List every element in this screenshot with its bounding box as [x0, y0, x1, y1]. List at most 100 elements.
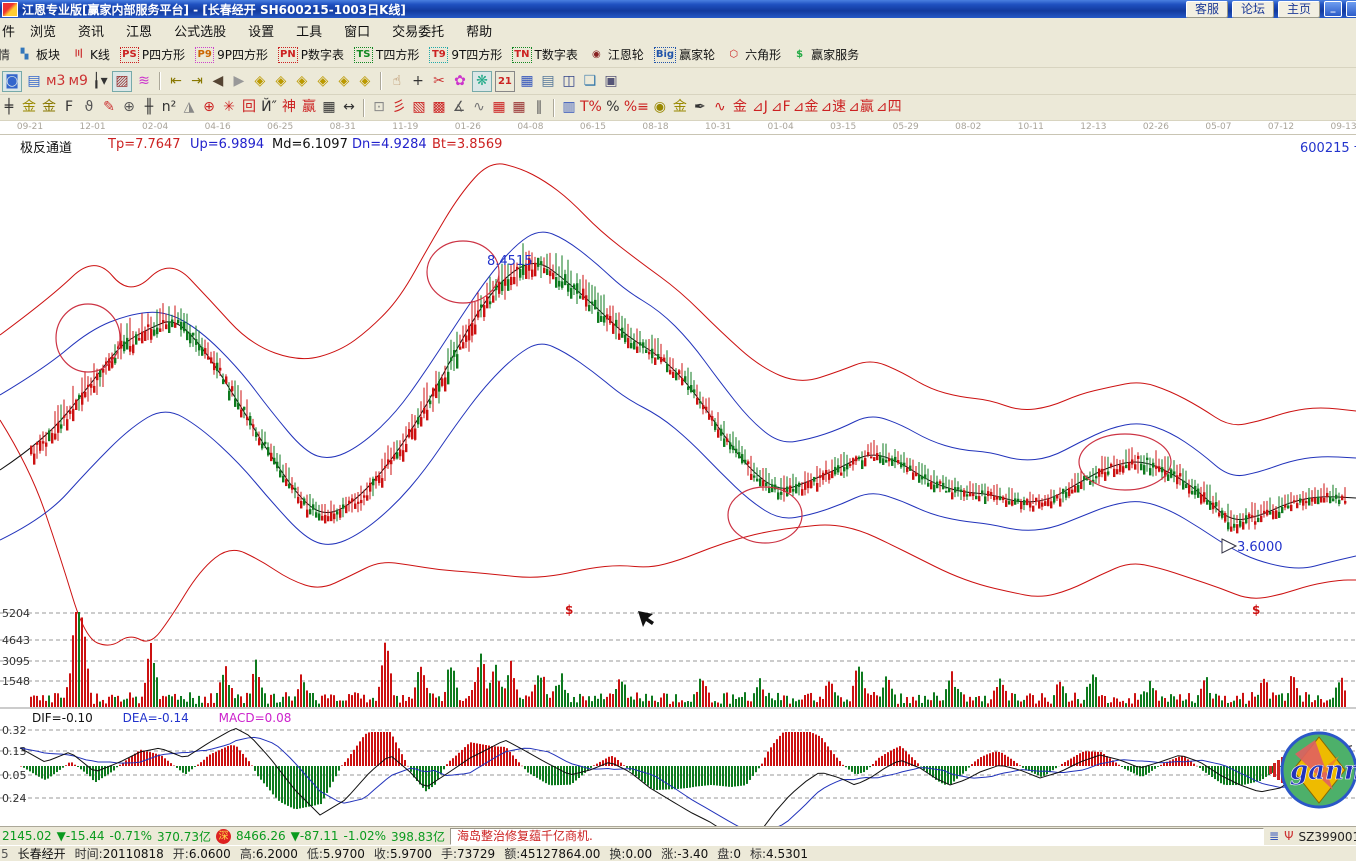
menu-item-9[interactable]: 帮助 — [455, 19, 503, 42]
save-icon[interactable]: ◫ — [560, 72, 578, 91]
zoom-hor-icon[interactable]: ◈ — [293, 72, 311, 91]
svg-text:3095: 3095 — [2, 655, 30, 668]
calendar-icon[interactable]: 21 — [495, 71, 515, 92]
service-button[interactable]: 客服 — [1186, 1, 1228, 18]
minute3-icon[interactable]: м3 — [46, 72, 65, 91]
move-icon[interactable]: ◈ — [356, 72, 374, 91]
draw-tool-38[interactable]: ⊿J — [751, 98, 769, 117]
cut-icon[interactable]: ✂ — [430, 72, 448, 91]
draw-tool-29[interactable]: ▥ — [560, 98, 578, 117]
draw-tool-12[interactable]: 回 — [240, 98, 258, 117]
draw-tool-10[interactable]: ⊕ — [200, 98, 218, 117]
draw-tool-41[interactable]: ⊿速 — [820, 98, 846, 117]
menu-item-0[interactable]: 件 — [0, 19, 19, 42]
candle-period-icon[interactable]: ╽▾ — [91, 72, 109, 91]
menu-item-8[interactable]: 交易委托 — [381, 19, 455, 42]
menu-item-7[interactable]: 窗口 — [333, 19, 381, 42]
forum-button[interactable]: 论坛 — [1232, 1, 1274, 18]
draw-tool-13[interactable]: Й″ — [260, 98, 278, 117]
draw-tool-2[interactable]: 金 — [40, 98, 58, 117]
draw-tool-16[interactable]: ▦ — [320, 98, 338, 117]
tool-板块[interactable]: ▚板块 — [12, 45, 64, 64]
draw-tool-39[interactable]: ⊿F — [771, 98, 791, 117]
maximize-button[interactable] — [1346, 1, 1356, 17]
compress-icon[interactable]: ◈ — [314, 72, 332, 91]
chart-view-icon[interactable]: ◙ — [2, 71, 22, 92]
next-icon[interactable]: ▶ — [230, 72, 248, 91]
first-icon[interactable]: ⇤ — [167, 72, 185, 91]
tool-9P四方形[interactable]: P99P四方形 — [191, 45, 272, 64]
draw-tool-5[interactable]: ✎ — [100, 98, 118, 117]
tool-T数字表[interactable]: TNT数字表 — [508, 45, 582, 64]
home-button[interactable]: 主页 — [1278, 1, 1320, 18]
draw-tool-20[interactable]: 彡 — [390, 98, 408, 117]
draw-tool-23[interactable]: ∡ — [450, 98, 468, 117]
tool-赢家轮[interactable]: Big赢家轮 — [650, 45, 719, 64]
draw-tool-6[interactable]: ⊕ — [120, 98, 138, 117]
region-stats-icon[interactable]: ▨ — [112, 71, 132, 92]
draw-tool-11[interactable]: ✳ — [220, 98, 238, 117]
computer-icon[interactable]: ▣ — [602, 72, 620, 91]
zoom-right-icon[interactable]: ◈ — [272, 72, 290, 91]
tool-P数字表[interactable]: PNP数字表 — [274, 45, 348, 64]
report-icon[interactable]: ▤ — [25, 72, 43, 91]
draw-tool-33[interactable]: ◉ — [651, 98, 669, 117]
tool-P四方形[interactable]: PSP四方形 — [116, 45, 189, 64]
draw-tool-27[interactable]: ∥ — [530, 98, 548, 117]
tool-江恩轮[interactable]: ◉江恩轮 — [584, 45, 648, 64]
draw-tool-19[interactable]: ⊡ — [370, 98, 388, 117]
menu-item-4[interactable]: 公式选股 — [163, 19, 237, 42]
draw-tool-15[interactable]: 赢 — [300, 98, 318, 117]
draw-tool-25[interactable]: ▦ — [490, 98, 508, 117]
draw-tool-8[interactable]: n² — [160, 98, 178, 117]
draw-tool-7[interactable]: ╫ — [140, 98, 158, 117]
minimize-button[interactable]: _ — [1324, 1, 1342, 17]
draw-tool-21[interactable]: ▧ — [410, 98, 428, 117]
expand-icon[interactable]: ◈ — [335, 72, 353, 91]
prev-icon[interactable]: ◀ — [209, 72, 227, 91]
draw-tool-22[interactable]: ▩ — [430, 98, 448, 117]
hand-icon[interactable]: ☝ — [388, 72, 406, 91]
tool-赢家服务[interactable]: $赢家服务 — [787, 45, 863, 64]
draw-tool-36[interactable]: ∿ — [711, 98, 729, 117]
menu-item-6[interactable]: 工具 — [285, 19, 333, 42]
draw-tool-1[interactable]: 金 — [20, 98, 38, 117]
brain-icon[interactable]: ❋ — [472, 71, 492, 92]
draw-tool-40[interactable]: ⊿金 — [793, 98, 819, 117]
tool-K线[interactable]: 〣K线 — [66, 45, 114, 64]
draw-tool-37[interactable]: 金 — [731, 98, 749, 117]
crosshair-icon[interactable]: + — [409, 72, 427, 91]
zoom-left-icon[interactable]: ◈ — [251, 72, 269, 91]
draw-tool-4[interactable]: ϑ — [80, 98, 98, 117]
flower-icon[interactable]: ✿ — [451, 72, 469, 91]
last-icon[interactable]: ⇥ — [188, 72, 206, 91]
menu-item-5[interactable]: 设置 — [237, 19, 285, 42]
draw-tool-43[interactable]: ⊿四 — [876, 98, 902, 117]
network-files-icon[interactable]: ❏ — [581, 72, 599, 91]
draw-tool-24[interactable]: ∿ — [470, 98, 488, 117]
tool-六角形[interactable]: ⬡六角形 — [721, 45, 785, 64]
tool-9T四方形[interactable]: T99T四方形 — [425, 45, 506, 64]
draw-tool-42[interactable]: ⊿赢 — [848, 98, 874, 117]
draw-tool-32[interactable]: %≡ — [624, 98, 649, 117]
draw-tool-35[interactable]: ✒ — [691, 98, 709, 117]
draw-tool-3[interactable]: F — [60, 98, 78, 117]
draw-tool-31[interactable]: % — [604, 98, 622, 117]
sort-icon[interactable]: ≋ — [135, 72, 153, 91]
draw-tool-9[interactable]: ◮ — [180, 98, 198, 117]
menu-item-3[interactable]: 江恩 — [115, 19, 163, 42]
draw-tool-17[interactable]: ↔ — [340, 98, 358, 117]
draw-tool-26[interactable]: ▦ — [510, 98, 528, 117]
tool-label: 9P四方形 — [217, 46, 268, 63]
calculator-icon[interactable]: ▦ — [518, 72, 536, 91]
draw-tool-30[interactable]: T% — [580, 98, 602, 117]
menu-item-2[interactable]: 资讯 — [67, 19, 115, 42]
notes-icon[interactable]: ▤ — [539, 72, 557, 91]
menu-item-1[interactable]: 浏览 — [19, 19, 67, 42]
news-ticker[interactable]: 海岛整治修复蕴千亿商机. — [450, 828, 1264, 845]
tool-T四方形[interactable]: TST四方形 — [350, 45, 423, 64]
draw-tool-14[interactable]: 神 — [280, 98, 298, 117]
minute9-icon[interactable]: м9 — [68, 72, 87, 91]
draw-tool-34[interactable]: 金 — [671, 98, 689, 117]
draw-tool-0[interactable]: ╪ — [0, 98, 18, 117]
